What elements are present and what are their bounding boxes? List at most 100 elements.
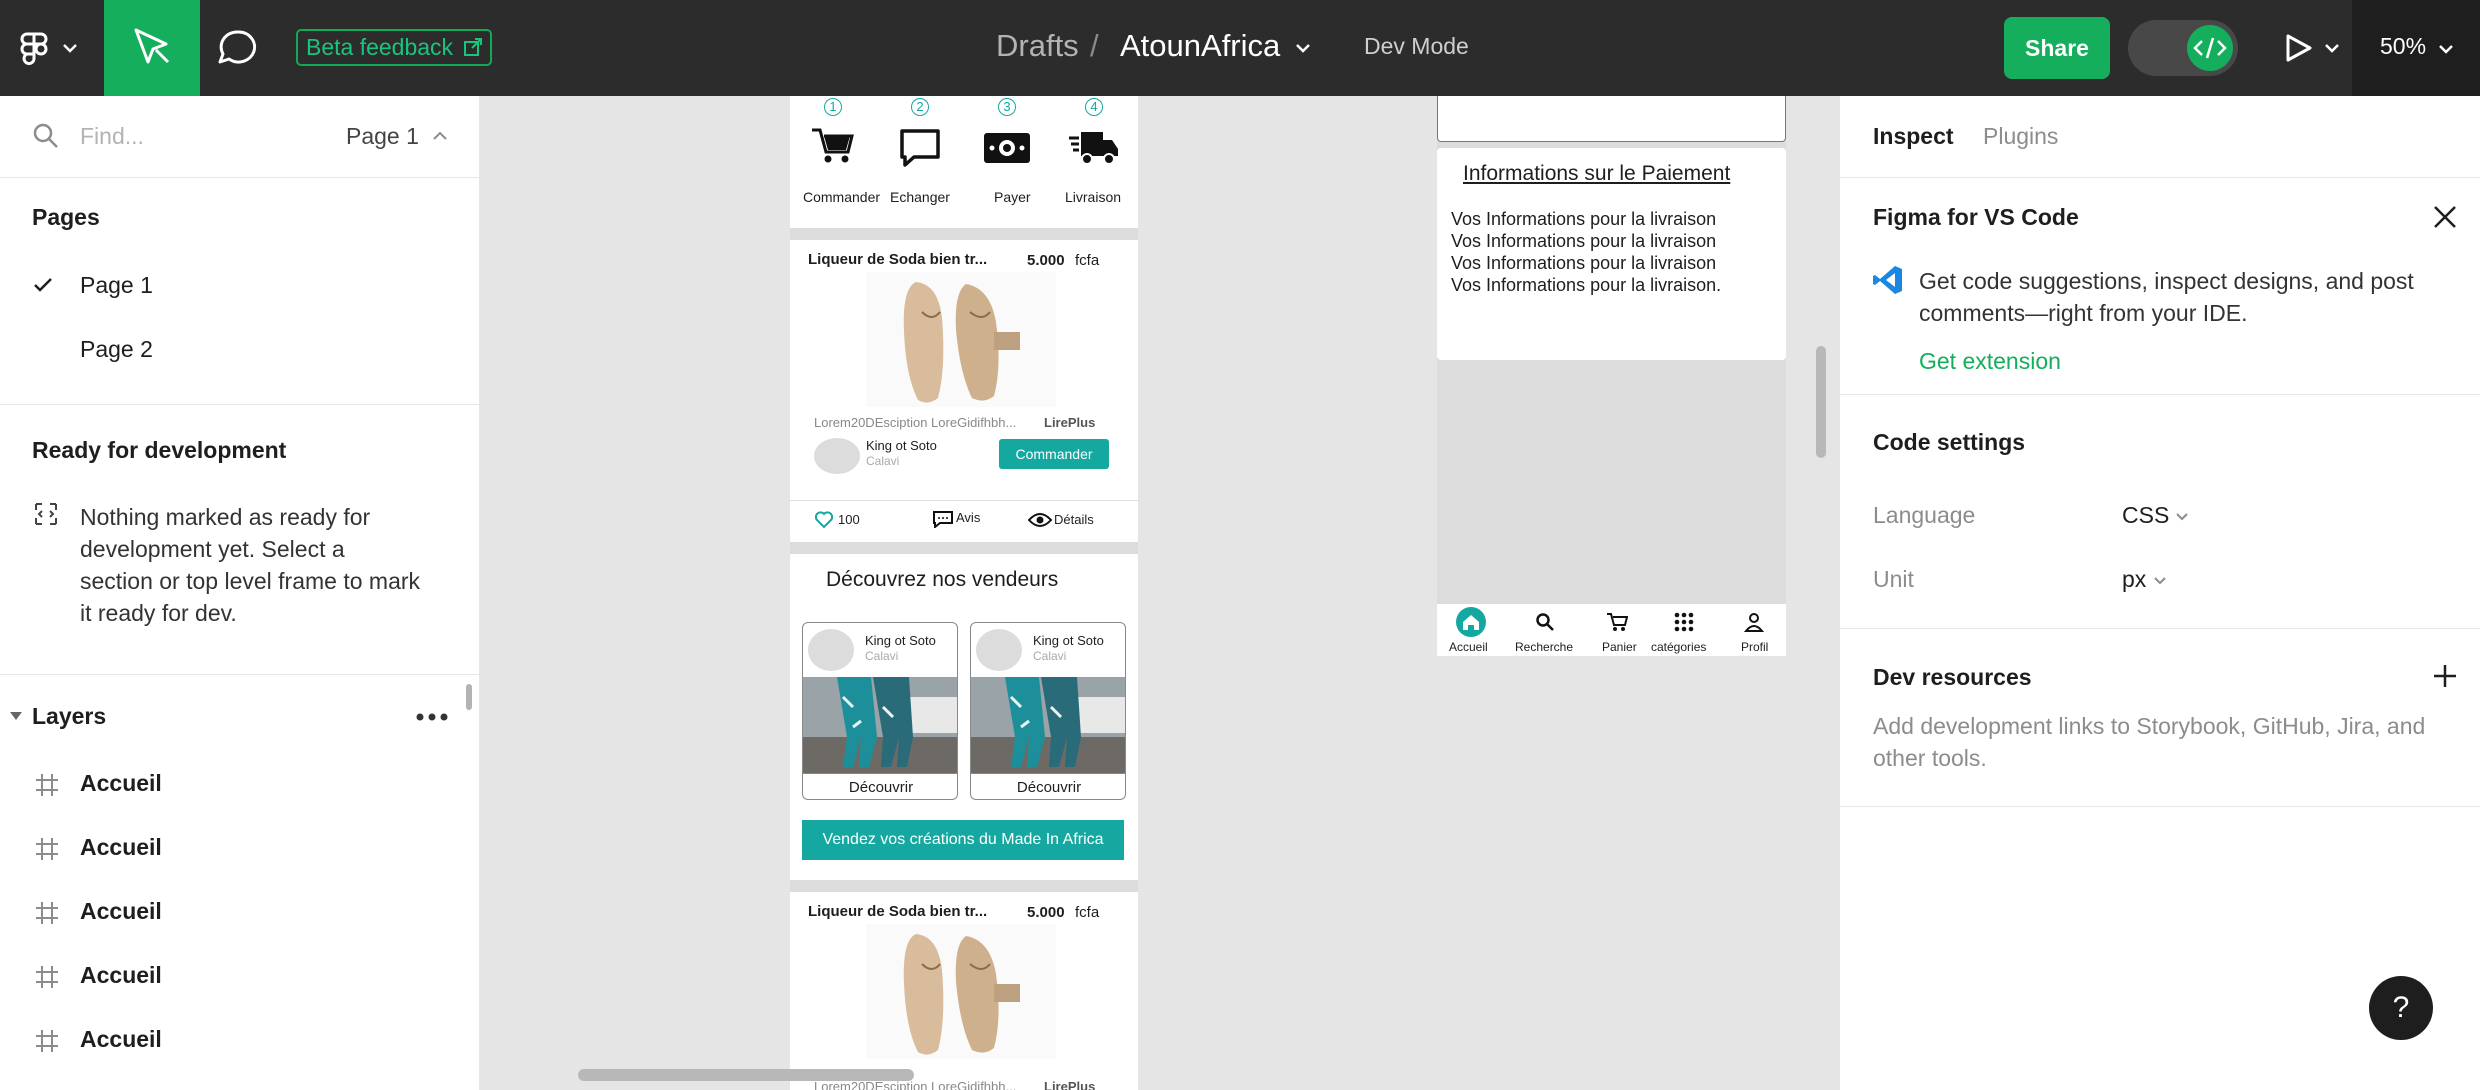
vendors-heading: Découvrez nos vendeurs	[826, 568, 1059, 591]
sell-banner-button[interactable]: Vendez vos créations du Made In Africa	[802, 820, 1124, 860]
mobile-frame-payment[interactable]: Informations sur le Paiement Vos Informa…	[1437, 96, 1786, 656]
product-description: Lorem20DEsciption LoreGidifhbh...	[814, 415, 1017, 430]
ready-text-line: Nothing marked as ready for	[80, 504, 371, 530]
product-title: Liqueur de Soda bien tr...	[808, 251, 988, 268]
vscode-logo-icon	[1873, 266, 1902, 294]
language-select[interactable]: CSS	[2120, 496, 2240, 536]
details-label[interactable]: Détails	[1054, 512, 1094, 527]
vendor-city: Calavi	[1033, 649, 1067, 663]
file-name[interactable]: AtounAfrica	[1120, 28, 1280, 64]
heart-icon[interactable]	[814, 511, 834, 529]
frame-icon	[36, 774, 58, 796]
dev-resources-text: Add development links to Storybook, GitH…	[1873, 710, 2425, 774]
dev-mode-toggle[interactable]	[2128, 20, 2238, 76]
payment-heading: Informations sur le Paiement	[1463, 162, 1731, 185]
mobile-frame-home[interactable]: 1 Commander 2 Echanger 3 Payer 4 Livrais…	[790, 96, 1138, 1090]
delivery-truck-icon	[1069, 132, 1118, 165]
layers-collapse-icon[interactable]	[8, 708, 24, 724]
canvas-horizontal-scrollbar[interactable]	[578, 1069, 914, 1081]
product-card[interactable]: Liqueur de Soda bien tr... 5.000 fcfa Lo…	[790, 240, 1138, 500]
page-item-2[interactable]: Page 2	[0, 320, 480, 380]
vendor-card[interactable]: King ot Soto Calavi Découvrir	[970, 622, 1126, 800]
share-button[interactable]: Share	[2004, 17, 2110, 79]
payment-lines: Vos Informations pour la livraison Vos I…	[1451, 208, 1721, 296]
tab-inspect[interactable]: Inspect	[1873, 123, 1954, 150]
dev-mode-label: Dev Mode	[1364, 33, 1469, 59]
vendor-name: King ot Soto	[865, 633, 936, 648]
comment-tool-button[interactable]	[200, 0, 276, 96]
step-number: 1	[824, 98, 842, 116]
get-extension-link[interactable]: Get extension	[1919, 348, 2061, 375]
find-input[interactable]: Find...	[80, 123, 144, 150]
layer-name: Accueil	[80, 770, 162, 796]
money-icon	[984, 133, 1030, 163]
review-icon[interactable]	[932, 510, 954, 528]
user-icon	[1744, 613, 1764, 632]
read-more-link[interactable]: LirePlus	[1044, 1079, 1095, 1090]
layer-item[interactable]: Accueil	[0, 752, 480, 816]
page-item-1[interactable]: Page 1	[0, 256, 480, 316]
help-button[interactable]: ?	[2369, 976, 2433, 1040]
nav-label: Profil	[1741, 640, 1769, 654]
close-icon[interactable]	[2432, 204, 2458, 230]
payment-line: Vos Informations pour la livraison	[1451, 231, 1717, 251]
vendor-card[interactable]: King ot Soto Calavi Découvrir	[802, 622, 958, 800]
chevron-down-icon	[2154, 577, 2166, 585]
product-currency: fcfa	[1075, 252, 1100, 269]
nav-profile[interactable]: Profil	[1723, 604, 1786, 656]
product-currency: fcfa	[1075, 904, 1100, 921]
avatar	[976, 629, 1022, 671]
eye-icon[interactable]	[1028, 512, 1052, 528]
nav-home[interactable]: Accueil	[1437, 604, 1507, 656]
ready-for-dev-text: Nothing marked as ready for development …	[80, 501, 420, 629]
nav-search[interactable]: Recherche	[1507, 604, 1587, 656]
product-image-shoes	[866, 272, 1056, 407]
discover-button[interactable]: Découvrir	[971, 773, 1125, 799]
reviews-label[interactable]: Avis	[956, 510, 980, 525]
unit-select[interactable]: px	[2120, 560, 2240, 600]
product-title: Liqueur de Soda bien tr...	[808, 903, 988, 920]
layer-item[interactable]: Accueil	[0, 944, 480, 1008]
tab-plugins[interactable]: Plugins	[1983, 123, 2058, 150]
order-button[interactable]: Commander	[999, 439, 1109, 469]
product-actions: 100 Avis Détails	[790, 501, 1138, 537]
product-card[interactable]: Liqueur de Soda bien tr... 5.000 fcfa Lo…	[790, 892, 1138, 1090]
add-icon[interactable]	[2432, 663, 2458, 689]
more-options-icon[interactable]	[414, 710, 450, 724]
current-page-selector[interactable]: Page 1	[346, 123, 419, 150]
frame-icon	[36, 902, 58, 924]
nav-categories[interactable]: catégories	[1647, 604, 1723, 656]
canvas-vertical-scrollbar[interactable]	[1816, 346, 1826, 458]
vscode-card-title: Figma for VS Code	[1873, 204, 2079, 230]
step-echanger: 2 Echanger	[877, 96, 964, 228]
pages-heading: Pages	[32, 204, 100, 230]
read-more-link[interactable]: LirePlus	[1044, 415, 1095, 430]
nav-active-indicator	[1456, 607, 1486, 637]
step-number: 2	[911, 98, 929, 116]
section-divider	[790, 880, 1138, 892]
step-commander: 1 Commander	[790, 96, 880, 228]
step-livraison: 4 Livraison	[1051, 96, 1138, 228]
chevron-up-icon[interactable]	[430, 126, 450, 146]
layer-item[interactable]: Accueil	[0, 1008, 480, 1072]
zoom-level[interactable]: 50%	[2380, 33, 2426, 60]
present-button[interactable]	[2272, 20, 2356, 76]
layer-item[interactable]: Accueil	[0, 816, 480, 880]
frame-icon	[36, 1030, 58, 1052]
layer-item[interactable]: Accueil	[0, 880, 480, 944]
main-menu-button[interactable]	[0, 0, 104, 96]
file-menu-chevron-icon[interactable]	[1292, 38, 1314, 58]
nav-cart[interactable]: Panier	[1587, 604, 1647, 656]
layers-scrollbar[interactable]	[466, 684, 472, 710]
home-icon	[1463, 615, 1479, 630]
vendor-name: King ot Soto	[1033, 633, 1104, 648]
move-tool-button[interactable]	[104, 0, 200, 96]
seller-city: Calavi	[866, 454, 900, 468]
discover-button[interactable]: Découvrir	[803, 773, 957, 799]
page-item-label: Page 2	[80, 336, 153, 362]
breadcrumb-drafts[interactable]: Drafts	[996, 28, 1079, 64]
bottom-nav: Accueil Recherche Panier catégories Prof…	[1437, 604, 1786, 656]
chat-bubble-icon	[900, 129, 940, 167]
beta-feedback-button[interactable]: Beta feedback	[296, 29, 492, 66]
address-box	[1437, 96, 1786, 142]
